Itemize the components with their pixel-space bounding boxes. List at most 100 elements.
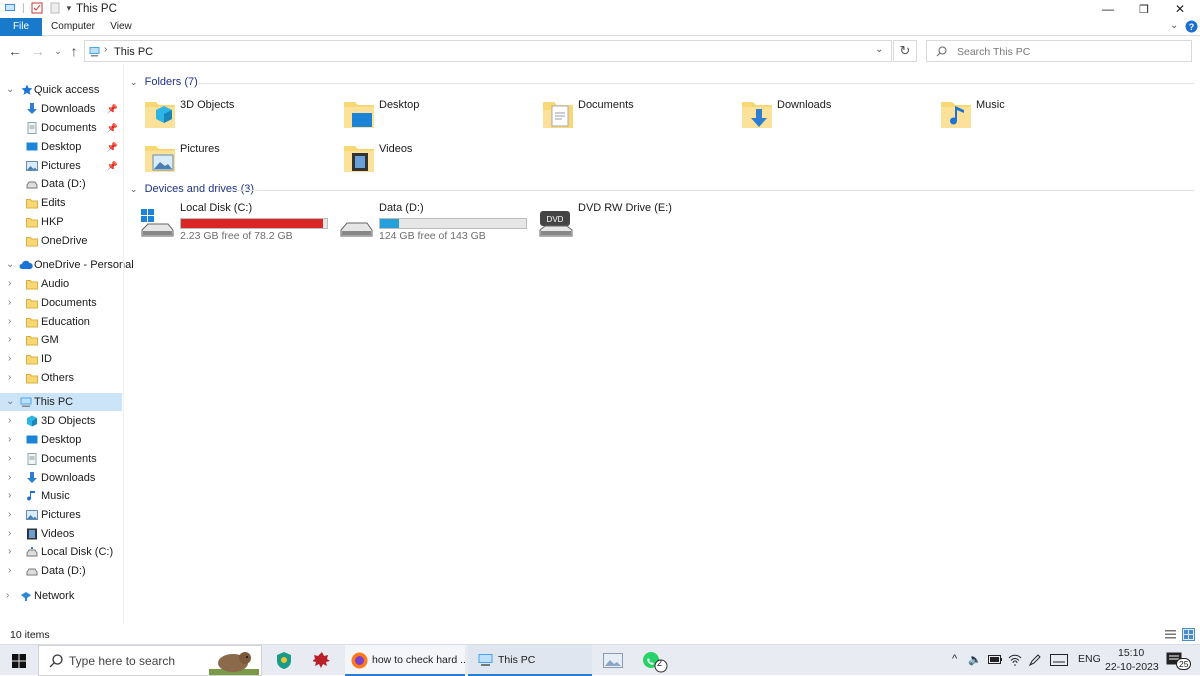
taskbar-firefox-window[interactable]: how to check hard ... bbox=[345, 645, 465, 676]
nav-pc-3d-objects[interactable]: › 3D Objects bbox=[0, 412, 122, 430]
large-icons-view-icon[interactable] bbox=[1182, 628, 1195, 641]
chevron-right-icon: › bbox=[8, 334, 12, 345]
nav-pc-data-d[interactable]: › Data (D:) bbox=[0, 562, 122, 580]
folder-desktop[interactable]: Desktop bbox=[343, 96, 533, 136]
address-history-chevron-icon[interactable]: ⌄ bbox=[875, 44, 883, 55]
clock-time[interactable]: 15:10 bbox=[1118, 647, 1144, 659]
taskbar-explorer-window[interactable]: This PC bbox=[468, 645, 592, 676]
nav-qa-data-d[interactable]: Data (D:) bbox=[0, 175, 122, 193]
search-icon bbox=[936, 46, 947, 57]
nav-od-id[interactable]: › ID bbox=[0, 350, 122, 368]
svg-text:?: ? bbox=[1189, 22, 1195, 32]
action-center-button[interactable]: 25 bbox=[1164, 649, 1194, 673]
nav-this-pc[interactable]: ⌄ This PC bbox=[0, 393, 122, 411]
minimize-button[interactable]: — bbox=[1088, 0, 1128, 18]
chevron-right-icon: › bbox=[8, 490, 12, 501]
title-bar: | ▾ This PC — ❐ ✕ bbox=[0, 0, 1200, 18]
nav-pc-local-disk-c[interactable]: › Local Disk (C:) bbox=[0, 543, 122, 561]
documents-icon bbox=[27, 122, 37, 134]
taskbar-whatsapp-app[interactable]: 2 bbox=[634, 645, 672, 676]
taskbar-photos-app[interactable] bbox=[594, 645, 632, 676]
drive-usage-fill bbox=[380, 219, 399, 228]
nav-quick-access[interactable]: ⌄ Quick access bbox=[0, 81, 122, 99]
folder-icon bbox=[26, 374, 38, 384]
tab-computer[interactable]: Computer bbox=[48, 18, 98, 36]
nav-od-gm[interactable]: › GM bbox=[0, 331, 122, 349]
folder-icon bbox=[26, 336, 38, 346]
taskbar-search-box[interactable]: Type here to search bbox=[38, 645, 262, 676]
nav-qa-desktop[interactable]: Desktop 📌 bbox=[0, 138, 122, 156]
folder-music[interactable]: Music bbox=[940, 96, 1130, 136]
documents-icon bbox=[27, 453, 37, 465]
nav-onedrive-personal[interactable]: ⌄ OneDrive - Personal bbox=[0, 256, 134, 274]
drive-dvd-rw-e[interactable]: DVD DVD RW Drive (E:) bbox=[538, 202, 728, 244]
folders-group-header[interactable]: ⌄ Folders (7) bbox=[130, 76, 1196, 90]
nav-od-education[interactable]: › Education bbox=[0, 313, 122, 331]
new-folder-icon[interactable] bbox=[49, 2, 61, 14]
details-view-icon[interactable] bbox=[1165, 629, 1176, 640]
search-box[interactable]: Search This PC bbox=[926, 40, 1192, 62]
drive-icon bbox=[26, 181, 38, 189]
keyboard-icon[interactable] bbox=[1050, 654, 1068, 666]
start-button[interactable] bbox=[0, 645, 38, 676]
maximize-button[interactable]: ❐ bbox=[1124, 0, 1164, 18]
nav-network[interactable]: › Network bbox=[0, 587, 122, 605]
folder-downloads[interactable]: Downloads bbox=[741, 96, 931, 136]
close-button[interactable]: ✕ bbox=[1160, 0, 1200, 18]
folder-3d-objects[interactable]: 3D Objects bbox=[144, 96, 334, 136]
folder-icon bbox=[26, 218, 38, 228]
refresh-button[interactable]: ↻ bbox=[893, 40, 917, 62]
clock-date[interactable]: 22-10-2023 bbox=[1105, 661, 1159, 673]
nav-qa-downloads[interactable]: Downloads 📌 bbox=[0, 100, 122, 118]
folder-documents[interactable]: Documents bbox=[542, 96, 732, 136]
volume-icon[interactable]: 🔈 bbox=[968, 653, 982, 666]
address-bar[interactable]: › This PC ⌄ bbox=[84, 40, 892, 62]
nav-pc-videos[interactable]: › Videos bbox=[0, 525, 122, 543]
expand-ribbon-icon[interactable]: ⌄ bbox=[1170, 20, 1178, 31]
forward-button[interactable]: → bbox=[30, 42, 46, 60]
drive-local-disk-c[interactable]: Local Disk (C:) 2.23 GB free of 78.2 GB bbox=[140, 202, 330, 244]
input-language[interactable]: ENG bbox=[1078, 653, 1101, 665]
nav-pc-pictures[interactable]: › Pictures bbox=[0, 506, 122, 524]
folder-videos[interactable]: Videos bbox=[343, 140, 533, 180]
windows-drive-icon bbox=[26, 547, 38, 557]
nav-pc-desktop[interactable]: › Desktop bbox=[0, 431, 122, 449]
show-hidden-icons-chevron-icon[interactable]: ^ bbox=[952, 653, 957, 665]
drive-usage-bar bbox=[180, 218, 328, 229]
devices-group-header[interactable]: ⌄ Devices and drives (3) bbox=[130, 183, 1196, 197]
nav-qa-edits[interactable]: Edits bbox=[0, 194, 122, 212]
drive-usage-bar bbox=[379, 218, 527, 229]
nav-od-others[interactable]: › Others bbox=[0, 369, 122, 387]
help-icon[interactable]: ? bbox=[1185, 20, 1198, 33]
taskbar-security-app[interactable] bbox=[265, 645, 303, 676]
nav-pc-documents[interactable]: › Documents bbox=[0, 450, 122, 468]
recent-locations-button[interactable]: ⌄ bbox=[50, 42, 66, 60]
wifi-icon[interactable] bbox=[1008, 654, 1022, 666]
music-folder-icon bbox=[941, 102, 971, 128]
properties-icon[interactable] bbox=[31, 2, 43, 14]
tab-view[interactable]: View bbox=[104, 18, 138, 36]
battery-icon[interactable] bbox=[988, 655, 1002, 664]
desktop-icon bbox=[26, 142, 38, 151]
nav-od-audio[interactable]: › Audio bbox=[0, 275, 122, 293]
customize-quick-access-icon[interactable]: ▾ bbox=[67, 3, 72, 14]
nav-pc-music[interactable]: › Music bbox=[0, 487, 122, 505]
tab-file[interactable]: File bbox=[0, 18, 42, 36]
nav-qa-pictures[interactable]: Pictures 📌 bbox=[0, 157, 122, 175]
folder-pictures[interactable]: Pictures bbox=[144, 140, 334, 180]
up-button[interactable]: ↑ bbox=[66, 42, 82, 60]
nav-qa-onedrive[interactable]: OneDrive bbox=[0, 232, 122, 250]
chevron-right-icon: › bbox=[8, 546, 12, 557]
nav-qa-hkp[interactable]: HKP bbox=[0, 213, 122, 231]
drive-data-d[interactable]: Data (D:) 124 GB free of 143 GB bbox=[339, 202, 529, 244]
address-path[interactable]: This PC bbox=[114, 46, 153, 58]
pen-workspace-icon[interactable] bbox=[1028, 653, 1042, 667]
back-button[interactable]: ← bbox=[7, 42, 23, 60]
nav-qa-documents[interactable]: Documents 📌 bbox=[0, 119, 122, 137]
search-input[interactable]: Search This PC bbox=[957, 46, 1030, 58]
search-icon bbox=[49, 654, 63, 668]
pictures-icon bbox=[26, 161, 38, 171]
nav-pc-downloads[interactable]: › Downloads bbox=[0, 469, 122, 487]
taskbar-app-red[interactable] bbox=[303, 645, 341, 676]
nav-od-documents[interactable]: › Documents bbox=[0, 294, 122, 312]
